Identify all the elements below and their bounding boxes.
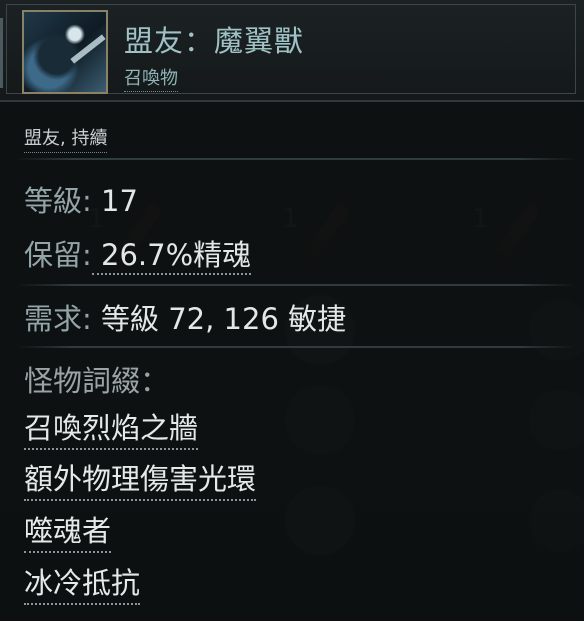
- item-tags[interactable]: 盟友, 持續: [24, 124, 108, 153]
- modifier-item[interactable]: 額外物理傷害光環: [24, 456, 257, 501]
- wing-icon: [70, 34, 106, 64]
- stat-requirements-label: 需求:: [24, 302, 92, 336]
- stat-level-label: 等級:: [24, 184, 92, 218]
- stat-reservation-value[interactable]: 26.7%精魂: [91, 238, 252, 275]
- stat-requirements-value: 等級 72, 126 敏捷: [91, 302, 347, 336]
- modifier-item[interactable]: 噬魂者: [24, 508, 112, 553]
- divider: [16, 158, 576, 160]
- monster-modifiers-heading: 怪物詞綴：: [24, 364, 170, 398]
- item-tooltip: 盟友：魔翼獸 召喚物 盟友, 持續 等級: 17 保留: 26.7%精魂 需求:…: [0, 0, 584, 621]
- modifier-item[interactable]: 召喚烈焰之牆: [24, 405, 199, 450]
- item-title: 盟友：魔翼獸: [124, 24, 305, 58]
- stat-requirements: 需求: 等級 72, 126 敏捷: [24, 296, 346, 338]
- winged-beast-portrait-icon: [22, 10, 108, 94]
- stat-level-value: 17: [91, 184, 138, 218]
- stat-reservation-label: 保留:: [24, 238, 92, 272]
- stat-level: 等級: 17: [24, 178, 138, 220]
- tooltip-header: 盟友：魔翼獸 召喚物: [0, 0, 584, 102]
- modifier-item[interactable]: 冰冷抵抗: [24, 560, 141, 605]
- divider: [16, 346, 576, 348]
- item-subtitle[interactable]: 召喚物: [124, 64, 178, 92]
- stat-reservation[interactable]: 保留: 26.7%精魂: [24, 232, 252, 275]
- header-ornament: [0, 18, 19, 88]
- divider: [16, 284, 576, 286]
